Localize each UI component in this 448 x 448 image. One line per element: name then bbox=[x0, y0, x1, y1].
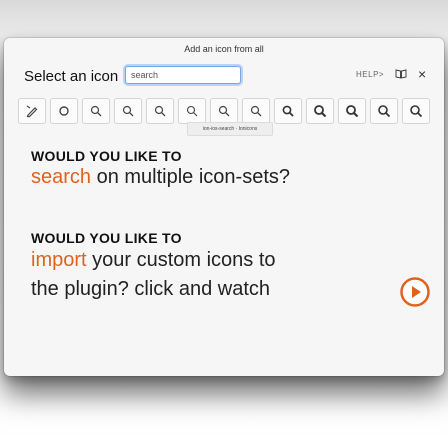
prompt-heading-import: WOULD YOU LIKE TO bbox=[31, 230, 182, 246]
search-icon[interactable] bbox=[338, 98, 366, 124]
search-input[interactable] bbox=[125, 66, 241, 84]
prompt-multi-search: search on multiple icon-sets? bbox=[31, 166, 290, 189]
prompt-multi-search-text: on multiple icon-sets? bbox=[91, 166, 291, 188]
search-link[interactable]: search bbox=[31, 166, 91, 188]
book-icon[interactable] bbox=[395, 69, 407, 79]
icon-tooltip: ion-ios-search · Ionicons bbox=[187, 122, 273, 136]
search-icon[interactable] bbox=[242, 98, 270, 124]
search-icon[interactable] bbox=[178, 98, 206, 124]
pencil-icon[interactable] bbox=[18, 98, 46, 124]
icon-picker-dialog: Add an icon from all Select an icon HELP… bbox=[4, 38, 444, 376]
dialog-header: Select an icon HELP> × bbox=[4, 60, 444, 94]
search-icon[interactable] bbox=[146, 98, 174, 124]
search-icon[interactable] bbox=[210, 98, 238, 124]
prompt-import-text: your custom icons to bbox=[86, 249, 276, 271]
circle-icon[interactable] bbox=[50, 98, 78, 124]
search-icon[interactable] bbox=[402, 98, 430, 124]
import-link[interactable]: import bbox=[31, 249, 87, 271]
play-video-icon[interactable] bbox=[399, 276, 431, 308]
prompt-heading-search: WOULD YOU LIKE TO bbox=[31, 148, 182, 164]
search-icon[interactable] bbox=[306, 98, 334, 124]
help-link[interactable]: HELP> bbox=[356, 70, 384, 79]
window-title: Add an icon from all bbox=[184, 44, 264, 54]
search-icon[interactable] bbox=[274, 98, 302, 124]
search-icon[interactable] bbox=[370, 98, 398, 124]
search-icon[interactable] bbox=[82, 98, 110, 124]
select-icon-label: Select an icon bbox=[24, 68, 119, 85]
prompt-import: import your custom icons to bbox=[31, 249, 276, 272]
close-icon[interactable]: × bbox=[418, 66, 426, 82]
prompt-watch-text: the plugin? click and watch bbox=[31, 278, 271, 300]
search-icon[interactable] bbox=[114, 98, 142, 124]
